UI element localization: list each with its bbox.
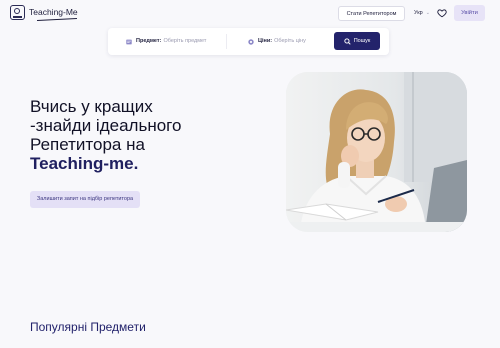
hero-title-brand: Teaching-me. <box>30 154 139 173</box>
login-button[interactable]: Увійти <box>454 5 485 21</box>
logo[interactable]: Teaching-Me <box>10 5 78 22</box>
price-icon <box>248 38 254 45</box>
hero-photo <box>286 72 467 232</box>
popular-subjects-heading: Популярні Предмети <box>30 320 146 334</box>
price-label: Ціни: <box>258 38 273 44</box>
search-button-label: Пошук <box>353 38 371 44</box>
subject-placeholder: Оберіть предмет <box>163 38 207 44</box>
top-navbar: Teaching-Me Стати Репетитором Укр ⌄ Увійт… <box>0 0 500 30</box>
become-tutor-button[interactable]: Стати Репетитором <box>338 6 405 21</box>
chevron-down-icon: ⌄ <box>425 10 430 16</box>
subject-label: Предмет: <box>136 38 162 44</box>
search-icon <box>344 37 351 45</box>
heart-icon[interactable] <box>437 8 447 18</box>
language-label: Укр <box>414 10 423 16</box>
search-button[interactable]: Пошук <box>334 32 380 50</box>
language-selector[interactable]: Укр ⌄ <box>414 6 430 21</box>
hero-title-line: -знайди ідеального <box>30 116 182 135</box>
student-illustration <box>286 72 467 232</box>
logo-underline <box>37 17 77 22</box>
logo-text: Teaching-Me <box>29 6 78 17</box>
hero-title-line: Вчись у кращих <box>30 97 153 116</box>
search-divider <box>226 34 227 49</box>
subject-icon <box>126 39 132 44</box>
logo-icon <box>10 5 25 20</box>
price-select[interactable]: Ціни: Оберіть ціну <box>248 28 306 55</box>
search-bar: Предмет: Оберіть предмет Ціни: Оберіть ц… <box>108 28 389 55</box>
price-placeholder: Оберіть ціну <box>274 38 306 44</box>
hero-title-line: Репетитора на <box>30 135 145 154</box>
hero-title: Вчись у кращих -знайди ідеального Репети… <box>30 97 181 173</box>
request-tutor-button[interactable]: Залишити запит на підбір репетитора <box>30 191 140 208</box>
subject-select[interactable]: Предмет: Оберіть предмет <box>126 28 206 55</box>
